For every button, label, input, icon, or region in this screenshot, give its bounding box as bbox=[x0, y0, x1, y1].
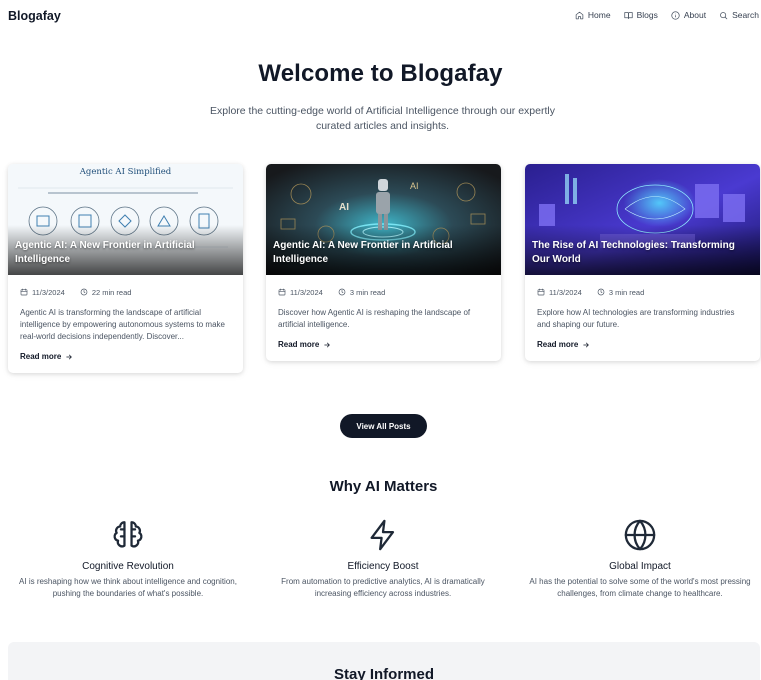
globe-icon bbox=[624, 519, 656, 551]
post-meta: 11/3/2024 3 min read bbox=[278, 287, 489, 297]
nav-home-label: Home bbox=[587, 10, 611, 20]
post-card[interactable]: Agentic AI Simplified Agentic AI: A New … bbox=[8, 164, 243, 373]
post-read-time: 3 min read bbox=[608, 287, 645, 297]
post-date: 11/3/2024 bbox=[32, 287, 65, 297]
post-meta: 11/3/2024 3 min read bbox=[537, 287, 748, 297]
home-icon bbox=[575, 11, 584, 19]
newsletter-section: Stay Informed bbox=[8, 642, 760, 680]
post-title: The Rise of AI Technologies: Transformin… bbox=[532, 240, 735, 265]
post-card[interactable]: AI AI Agentic AI: A New Frontier in Arti… bbox=[266, 164, 501, 361]
info-icon bbox=[671, 10, 680, 20]
nav-blogs-label: Blogs bbox=[636, 10, 658, 20]
post-title: Agentic AI: A New Frontier in Artificial… bbox=[273, 240, 453, 265]
hero-subtitle: Explore the cutting-edge world of Artifi… bbox=[210, 105, 555, 132]
arrow-right-icon bbox=[324, 342, 331, 347]
nav-about-label: About bbox=[683, 10, 707, 20]
nav-home-link[interactable]: Home bbox=[575, 10, 611, 20]
view-all-posts-button[interactable]: View All Posts bbox=[340, 414, 427, 438]
thumbnail-heading: Agentic AI Simplified bbox=[79, 167, 172, 177]
post-title: Agentic AI: A New Frontier in Artificial… bbox=[15, 240, 195, 265]
post-excerpt: Explore how AI technologies are transfor… bbox=[537, 308, 735, 329]
clock-icon bbox=[80, 288, 88, 296]
calendar-icon bbox=[20, 288, 28, 296]
post-thumbnail: The Rise of AI Technologies: Transformin… bbox=[525, 164, 760, 275]
nav-search-link[interactable]: Search bbox=[719, 10, 759, 20]
read-more-label: Read more bbox=[278, 340, 320, 349]
feature-description: AI is reshaping how we think about intel… bbox=[19, 577, 237, 598]
search-icon bbox=[720, 11, 728, 19]
feature-title: Global Impact bbox=[609, 561, 671, 572]
newsletter-heading: Stay Informed bbox=[333, 666, 435, 680]
post-excerpt: Discover how Agentic AI is reshaping the… bbox=[278, 308, 471, 329]
read-more-link[interactable]: Read more bbox=[20, 352, 231, 361]
clock-icon bbox=[338, 288, 346, 296]
post-thumbnail: AI AI Agentic AI: A New Frontier in Arti… bbox=[266, 164, 501, 275]
calendar-icon bbox=[537, 288, 545, 296]
arrow-right-icon bbox=[66, 354, 73, 359]
post-read-time: 3 min read bbox=[349, 287, 386, 297]
post-meta: 11/3/2024 22 min read bbox=[20, 287, 231, 297]
post-date: 11/3/2024 bbox=[290, 287, 323, 297]
read-more-label: Read more bbox=[537, 340, 579, 349]
feature-cognitive: Cognitive Revolution AI is reshaping how… bbox=[3, 518, 253, 600]
top-nav: Blogafay Home Blogs About Search bbox=[0, 0, 761, 32]
nav-links: Home Blogs About Search bbox=[575, 10, 759, 20]
clock-icon bbox=[597, 288, 605, 296]
thumbnail-heading: AI bbox=[339, 202, 349, 213]
post-card[interactable]: The Rise of AI Technologies: Transformin… bbox=[525, 164, 760, 361]
arrow-right-icon bbox=[583, 342, 590, 347]
calendar-icon bbox=[278, 288, 286, 296]
post-date: 11/3/2024 bbox=[549, 287, 582, 297]
feature-efficiency: Efficiency Boost From automation to pred… bbox=[258, 518, 508, 600]
hero-title: Welcome to Blogafay bbox=[258, 60, 503, 87]
nav-about-link[interactable]: About bbox=[671, 10, 706, 20]
post-read-time: 22 min read bbox=[91, 287, 132, 297]
nav-search-label: Search bbox=[732, 10, 759, 20]
brain-icon bbox=[113, 521, 143, 548]
feature-global: Global Impact AI has the potential to so… bbox=[515, 518, 761, 600]
book-icon bbox=[623, 11, 633, 19]
feature-description: AI has the potential to solve some of th… bbox=[529, 577, 751, 598]
brand-logo[interactable]: Blogafay bbox=[8, 9, 61, 23]
read-more-link[interactable]: Read more bbox=[278, 340, 489, 349]
nav-blogs-link[interactable]: Blogs bbox=[623, 10, 658, 20]
read-more-label: Read more bbox=[20, 352, 62, 361]
zap-icon bbox=[370, 519, 395, 551]
feature-title: Cognitive Revolution bbox=[82, 561, 174, 572]
why-ai-heading: Why AI Matters bbox=[329, 478, 438, 495]
post-thumbnail: Agentic AI Simplified Agentic AI: A New … bbox=[8, 164, 243, 275]
svg-text:AI: AI bbox=[410, 181, 419, 191]
feature-title: Efficiency Boost bbox=[347, 561, 419, 572]
feature-description: From automation to predictive analytics,… bbox=[281, 577, 485, 598]
post-excerpt: Agentic AI is transforming the landscape… bbox=[20, 308, 225, 341]
read-more-link[interactable]: Read more bbox=[537, 340, 748, 349]
